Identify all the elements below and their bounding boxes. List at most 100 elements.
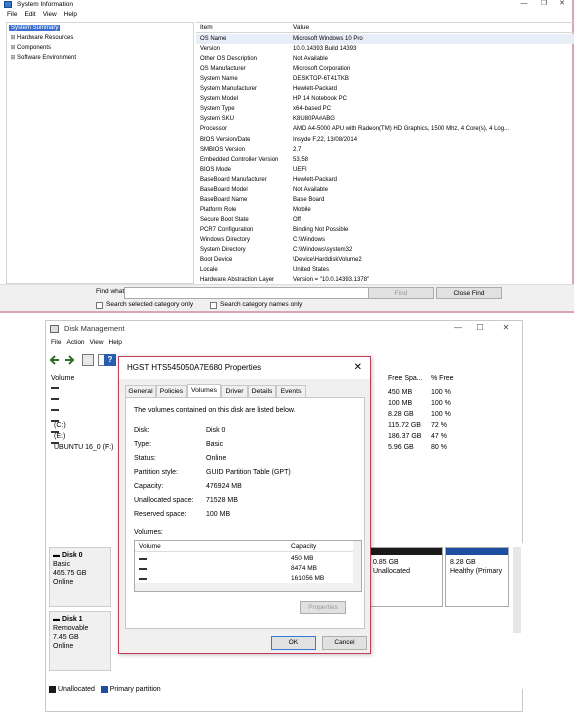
disk-status: Online — [53, 579, 74, 586]
table-row[interactable]: Embedded Controller Version 53.58 — [196, 155, 574, 165]
row-value: UEFI — [293, 166, 307, 173]
menu-file[interactable]: File — [7, 11, 17, 18]
column-header-item[interactable]: Item — [200, 23, 213, 33]
menu-help[interactable]: Help — [64, 11, 77, 18]
volume-capacity: 8474 MB — [291, 565, 318, 572]
row-item: Locale — [200, 267, 218, 274]
summary-table: Item Value OS Name Microsoft Windows 10 P… — [196, 22, 574, 284]
property-value: Online — [206, 455, 227, 462]
close-find-button[interactable]: Close Find — [436, 287, 502, 299]
volume-icon — [139, 578, 147, 580]
expand-icon[interactable]: ⊞ — [9, 54, 17, 63]
disk-properties-dialog: HGST HTS545050A7E680 Properties ✕ Genera… — [118, 356, 371, 654]
property-label: Disk: — [134, 427, 150, 434]
minimize-button[interactable]: — — [518, 0, 530, 9]
vertical-scrollbar[interactable] — [353, 541, 361, 591]
column-header-free-space[interactable]: Free Spa... — [388, 373, 423, 385]
table-row[interactable]: System Directory C:\Windows\system32 — [196, 245, 574, 255]
table-row[interactable]: Processor AMD A4-5000 APU with Radeon(TM)… — [196, 124, 574, 134]
tab-volumes[interactable]: Volumes — [187, 384, 221, 398]
table-row[interactable]: System Manufacturer Hewlett-Packard — [196, 84, 574, 94]
table-row[interactable]: BIOS Mode UEFI — [196, 165, 574, 175]
tab-events[interactable]: Events — [276, 385, 306, 397]
table-row[interactable]: BaseBoard Manufacturer Hewlett-Packard — [196, 175, 574, 185]
table-row[interactable]: System Model HP 14 Notebook PC — [196, 94, 574, 104]
row-value: K8U80PA#ABG — [293, 116, 335, 123]
maximize-button[interactable]: ☐ — [472, 323, 488, 335]
volume-percent-free: 100 % — [431, 389, 451, 396]
window-title: Disk Management — [64, 324, 125, 333]
cancel-button[interactable]: Cancel — [322, 636, 367, 650]
column-header-volume[interactable]: Volume — [139, 541, 161, 552]
volume-name: UBUNTU 16_0 (F:) — [51, 442, 114, 453]
table-row[interactable]: Other OS Description Not Available — [196, 54, 574, 64]
column-header-value[interactable]: Value — [293, 23, 309, 33]
unallocated-partition[interactable]: 0.85 GB Unallocated — [368, 547, 443, 607]
volume-icon — [51, 409, 59, 411]
table-row[interactable]: Locale United States — [196, 265, 574, 275]
horizontal-scrollbar[interactable] — [135, 583, 353, 591]
column-header-percent-free[interactable]: % Free — [431, 373, 454, 385]
tree-item-software-environment[interactable]: ⊞Software Environment — [9, 54, 76, 63]
close-button[interactable]: ✕ — [556, 0, 568, 9]
table-row[interactable]: BaseBoard Name Base Board — [196, 195, 574, 205]
tree-item-components[interactable]: ⊞Components — [9, 44, 51, 53]
table-row[interactable]: Platform Role Mobile — [196, 205, 574, 215]
row-value: Microsoft Corporation — [293, 66, 351, 73]
table-row[interactable]: SMBIOS Version 2.7 — [196, 145, 574, 155]
table-row[interactable]: Secure Boot State Off — [196, 215, 574, 225]
column-header-volume[interactable]: Volume — [51, 373, 74, 385]
volume-free-space: 115.72 GB — [388, 422, 421, 429]
volume-percent-free: 100 % — [431, 411, 451, 418]
properties-button[interactable]: Properties — [300, 601, 346, 614]
list-item[interactable]: 8474 MB — [135, 564, 353, 574]
disk-0-info[interactable]: ▬ Disk 0 Basic 465.75 GB Online — [49, 547, 111, 607]
tree-item-system-summary[interactable]: System Summary — [9, 24, 61, 33]
menu-edit[interactable]: Edit — [24, 11, 35, 18]
back-icon[interactable] — [49, 354, 61, 366]
disk-1-info[interactable]: ▬ Disk 1 Removable 7.45 GB Online — [49, 611, 111, 671]
table-row[interactable]: System Type x64-based PC — [196, 104, 574, 114]
tab-general[interactable]: General — [125, 385, 156, 397]
minimize-button[interactable]: — — [450, 323, 466, 335]
expand-icon[interactable]: ⊞ — [9, 34, 17, 43]
expand-icon[interactable]: ⊞ — [9, 44, 17, 53]
tree-item-hardware-resources[interactable]: ⊞Hardware Resources — [9, 34, 73, 43]
show-hide-console-tree-icon[interactable] — [82, 354, 94, 366]
menu-help[interactable]: Help — [109, 339, 122, 346]
close-button[interactable]: ✕ — [498, 323, 514, 335]
row-item: BaseBoard Name — [200, 196, 248, 203]
maximize-button[interactable]: ❐ — [538, 0, 550, 9]
find-input[interactable] — [124, 287, 370, 299]
table-row[interactable]: OS Name Microsoft Windows 10 Pro — [196, 34, 574, 45]
row-value: Not Available — [293, 186, 328, 193]
menu-view[interactable]: View — [90, 339, 104, 346]
table-row[interactable]: System Name DESKTOP-6T41TKB — [196, 74, 574, 84]
search-selected-checkbox[interactable] — [96, 302, 103, 309]
search-names-checkbox[interactable] — [210, 302, 217, 309]
help-icon[interactable]: ? — [104, 354, 116, 366]
close-icon[interactable]: ✕ — [354, 362, 362, 374]
menu-action[interactable]: Action — [66, 339, 84, 346]
menu-file[interactable]: File — [51, 339, 61, 346]
row-item: OS Name — [200, 36, 227, 42]
table-row[interactable]: OS Manufacturer Microsoft Corporation — [196, 64, 574, 74]
tab-details[interactable]: Details — [248, 385, 276, 397]
table-row[interactable]: BIOS Version/Date Insyde F.22, 13/08/2014 — [196, 135, 574, 145]
forward-icon[interactable] — [63, 354, 75, 366]
column-header-capacity[interactable]: Capacity — [291, 541, 316, 552]
vertical-scrollbar[interactable] — [513, 547, 521, 633]
list-item[interactable]: 450 MB — [135, 554, 353, 564]
table-row[interactable]: System SKU K8U80PA#ABG — [196, 114, 574, 124]
tab-driver[interactable]: Driver — [221, 385, 248, 397]
find-button[interactable]: Find — [368, 287, 434, 299]
table-row[interactable]: Windows Directory C:\Windows — [196, 235, 574, 245]
table-row[interactable]: Version 10.0.14393 Build 14393 — [196, 44, 574, 54]
menu-view[interactable]: View — [43, 11, 57, 18]
tab-policies[interactable]: Policies — [156, 385, 187, 397]
table-row[interactable]: Boot Device \Device\HarddiskVolume2 — [196, 255, 574, 265]
table-row[interactable]: BaseBoard Model Not Available — [196, 185, 574, 195]
table-row[interactable]: PCR7 Configuration Binding Not Possible — [196, 225, 574, 235]
primary-partition[interactable]: 8.28 GB Healthy (Primary — [445, 547, 509, 607]
ok-button[interactable]: OK — [271, 636, 316, 650]
